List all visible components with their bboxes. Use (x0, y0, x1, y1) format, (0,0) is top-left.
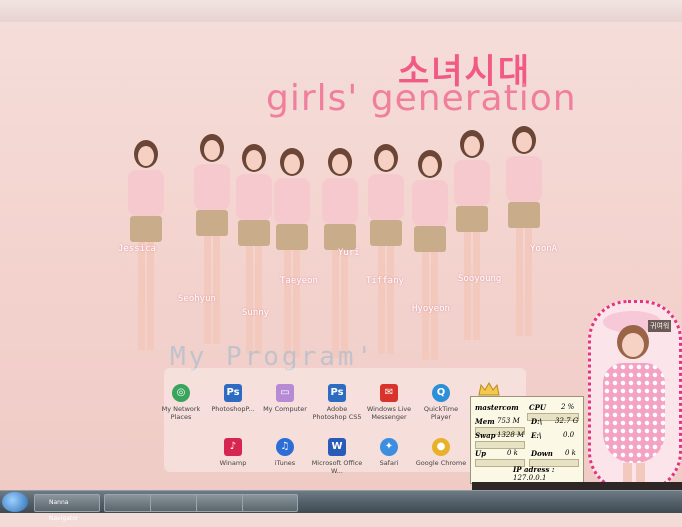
d-drive-label: D:\ (531, 417, 543, 426)
mem-label: Mem (475, 417, 495, 426)
member-name: Yuri (338, 248, 360, 258)
e-drive-label: E:\ (531, 431, 542, 440)
computer-icon: ▭ (276, 384, 294, 402)
wallpaper-title: girls' generation (266, 78, 577, 119)
download-value: 0 k (565, 449, 576, 457)
upload-label: Up (475, 449, 486, 458)
member-name: YoonA (530, 244, 558, 254)
portrait-stamp: 귀여워 (648, 320, 672, 332)
network-icon: ◎ (172, 384, 190, 402)
word-icon: W (328, 438, 346, 456)
itunes-icon: ♫ (276, 438, 294, 456)
ip-value: 127.0.0.1 (513, 474, 547, 482)
swap-value: 1328 M (497, 431, 525, 439)
member-name: Taeyeon (280, 276, 318, 286)
desktop-icon-itunes[interactable]: ♫ iTunes (258, 438, 312, 467)
taskbar-item[interactable]: Nanna Navigator (34, 494, 100, 522)
d-drive-value: 32.7 G (555, 417, 579, 425)
messenger-icon: ✉ (380, 384, 398, 402)
crown-icon (478, 382, 500, 396)
system-monitor-gadget[interactable]: mastercom CPU 2 % Mem 753 M D:\ 32.7 G S… (470, 396, 584, 484)
taskbar: Nanna Navigator (0, 490, 682, 522)
desktop-icon-safari[interactable]: ✦ Safari (362, 438, 416, 467)
download-label: Down (531, 449, 553, 458)
quicktime-icon: Q (432, 384, 450, 402)
member-figure (270, 148, 314, 368)
member-figure (408, 150, 452, 370)
member-figure (502, 126, 546, 346)
swap-bar (475, 441, 525, 449)
member-figure (450, 130, 494, 350)
desktop-icon-my-computer[interactable]: ▭ My Computer (258, 384, 312, 413)
taskbar-item[interactable] (242, 494, 298, 512)
desktop-icon-adobe-photoshop-cs5[interactable]: Ps Adobe Photoshop CS5 (310, 384, 364, 421)
member-figure (364, 144, 408, 364)
safari-icon: ✦ (380, 438, 398, 456)
swap-label: Swap (475, 431, 496, 440)
cpu-label: CPU (529, 403, 546, 412)
member-name: Tiffany (366, 276, 404, 286)
mem-value: 753 M (497, 417, 520, 425)
upload-value: 0 k (507, 449, 518, 457)
winamp-icon: ♪ (224, 438, 242, 456)
desktop-icon-windows-live-messenger[interactable]: ✉ Windows Live Messenger (362, 384, 416, 421)
photoshop-icon: Ps (224, 384, 242, 402)
e-drive-value: 0.0 (563, 431, 575, 439)
member-name: Sunny (242, 308, 270, 318)
chrome-icon: ● (432, 438, 450, 456)
host-name: mastercom (475, 403, 519, 412)
window-top-bar (0, 0, 682, 23)
member-name: Hyoyeon (412, 304, 450, 314)
desktop-icon-quicktime-player[interactable]: Q QuickTime Player (414, 384, 468, 421)
desktop-icon-my-network-places[interactable]: ◎ My Network Places (154, 384, 208, 421)
member-name: Jessica (118, 244, 156, 254)
ip-label: IP adress : (513, 465, 555, 474)
member-figure (190, 134, 234, 354)
cpu-value: 2 % (561, 403, 575, 411)
desktop-icon-winamp[interactable]: ♪ Winamp (206, 438, 260, 467)
member-name: Sooyoung (458, 274, 502, 284)
member-figure (318, 148, 362, 368)
photoshop-icon: Ps (328, 384, 346, 402)
desktop-icon-microsoft-office-word[interactable]: W Microsoft Office W... (310, 438, 364, 475)
member-name: Seohyun (178, 294, 216, 304)
start-button[interactable] (2, 492, 28, 512)
desktop-icon-photoshop-portable[interactable]: Ps PhotoshopP... (206, 384, 260, 413)
desktop-icon-google-chrome[interactable]: ● Google Chrome (414, 438, 468, 467)
